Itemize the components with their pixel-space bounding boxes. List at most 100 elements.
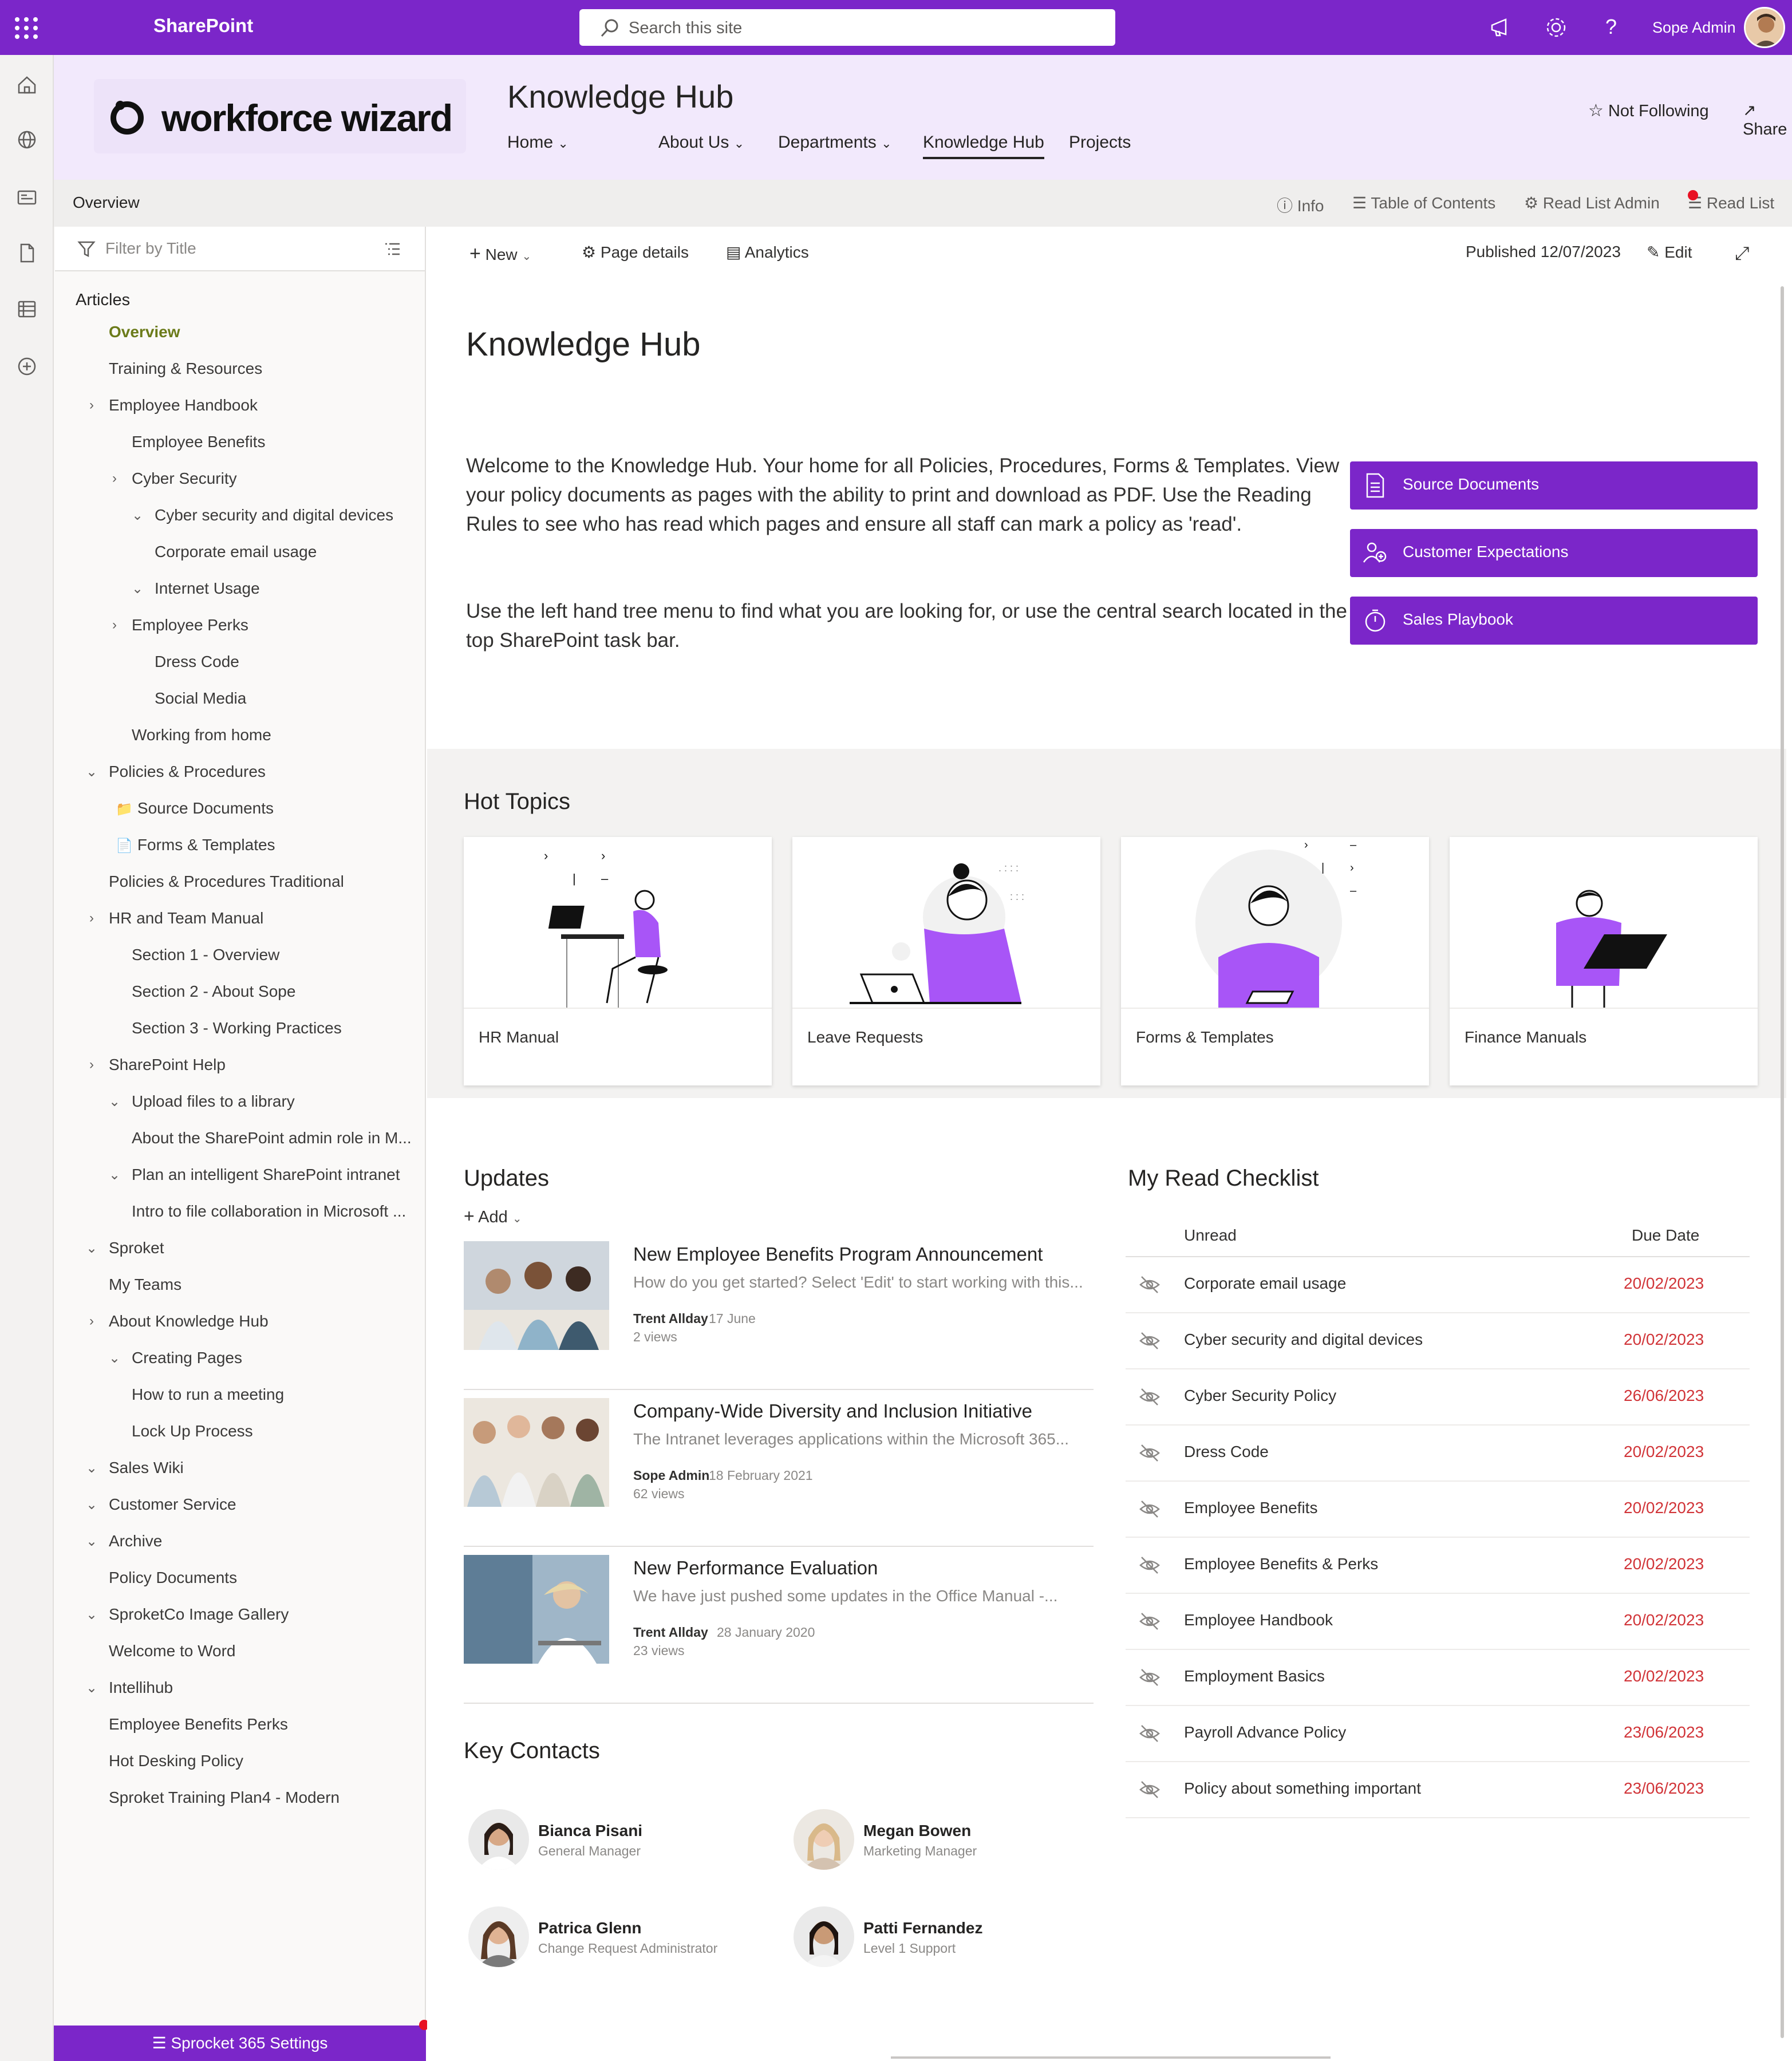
read-list-button[interactable]: ☰ Read List — [1688, 194, 1774, 212]
chevron-down-icon[interactable]: ⌄ — [131, 507, 144, 524]
chevron-down-icon[interactable]: ⌄ — [108, 1167, 121, 1183]
nav-tree-item[interactable]: Working from home — [132, 726, 271, 749]
nav-tree-item[interactable]: HR and Team Manual — [109, 909, 263, 932]
chevron-right-icon[interactable]: › — [85, 1057, 98, 1073]
nav-tree-item[interactable]: Training & Resources — [109, 360, 262, 382]
contact-card[interactable]: Bianca Pisani General Manager — [468, 1809, 777, 1872]
nav-tree-item[interactable]: Overview — [109, 323, 180, 346]
list-icon[interactable] — [14, 297, 40, 322]
eye-off-icon[interactable] — [1138, 1273, 1161, 1296]
chevron-right-icon[interactable]: › — [108, 617, 121, 633]
checklist-item-name[interactable]: Payroll Advance Policy — [1184, 1723, 1346, 1742]
share-button[interactable]: ↗ Share — [1743, 101, 1792, 139]
nav-tree-item[interactable]: Section 1 - Overview — [132, 946, 279, 969]
column-header-due-date[interactable]: Due Date — [1632, 1226, 1699, 1245]
nav-tree-item[interactable]: About the SharePoint admin role in M... — [132, 1129, 412, 1152]
sprocket-settings-button[interactable]: ☰ Sprocket 365 Settings — [54, 2026, 426, 2061]
page-details-button[interactable]: ⚙ Page details — [582, 243, 689, 262]
checklist-item-name[interactable]: Policy about something important — [1184, 1779, 1421, 1798]
checklist-item-name[interactable]: Employee Benefits — [1184, 1499, 1317, 1517]
contact-card[interactable]: Patti Fernandez Level 1 Support — [794, 1906, 1103, 1969]
contact-card[interactable]: Megan Bowen Marketing Manager — [794, 1809, 1103, 1872]
nav-tree-item[interactable]: Policies & Procedures — [109, 763, 266, 785]
chevron-down-icon[interactable]: ⌄ — [85, 1460, 98, 1476]
chevron-down-icon[interactable]: ⌄ — [85, 764, 98, 780]
info-button[interactable]: ⓘ Info — [1277, 194, 1324, 216]
nav-knowledge-hub[interactable]: Knowledge Hub — [923, 133, 1044, 159]
user-avatar[interactable] — [1744, 7, 1785, 48]
checklist-row[interactable]: Employment Basics 20/02/2023 — [1126, 1650, 1750, 1706]
home-icon[interactable] — [14, 72, 40, 97]
nav-tree-item[interactable]: Section 3 - Working Practices — [132, 1019, 342, 1042]
eye-off-icon[interactable] — [1138, 1610, 1161, 1633]
nav-tree-item[interactable]: Policies & Procedures Traditional — [109, 872, 344, 895]
site-title[interactable]: Knowledge Hub — [507, 78, 733, 115]
edit-button[interactable]: ✎ Edit — [1647, 243, 1692, 262]
news-item[interactable]: New Performance Evaluation We have just … — [464, 1555, 1094, 1704]
nav-tree-item[interactable]: Sales Wiki — [109, 1459, 184, 1482]
checklist-row[interactable]: Dress Code 20/02/2023 — [1126, 1426, 1750, 1482]
checklist-item-name[interactable]: Employee Benefits & Perks — [1184, 1555, 1378, 1573]
chevron-down-icon[interactable]: ⌄ — [85, 1533, 98, 1550]
checklist-item-name[interactable]: Employee Handbook — [1184, 1611, 1333, 1629]
hot-topic-card[interactable]: Finance Manuals — [1450, 837, 1758, 1085]
read-list-admin-button[interactable]: ⚙ Read List Admin — [1524, 194, 1660, 212]
settings-gear-icon[interactable] — [1544, 15, 1569, 40]
breadcrumb[interactable]: Overview — [73, 194, 140, 212]
checklist-row[interactable]: Employee Benefits & Perks 20/02/2023 — [1126, 1538, 1750, 1594]
chevron-right-icon[interactable]: › — [108, 471, 121, 487]
nav-tree-item[interactable]: Employee Benefits Perks — [109, 1715, 288, 1738]
checklist-item-name[interactable]: Cyber Security Policy — [1184, 1387, 1336, 1405]
nav-tree-item[interactable]: Corporate email usage — [155, 543, 317, 566]
eye-off-icon[interactable] — [1138, 1666, 1161, 1689]
nav-tree-item[interactable]: 📄 Forms & Templates — [116, 836, 275, 859]
nav-tree-item[interactable]: Intellihub — [109, 1679, 173, 1701]
app-name[interactable]: SharePoint — [153, 15, 253, 37]
megaphone-icon[interactable] — [1489, 15, 1514, 40]
help-icon[interactable]: ? — [1598, 15, 1624, 40]
checklist-item-name[interactable]: Dress Code — [1184, 1443, 1269, 1461]
nav-about-us[interactable]: About Us ⌄ — [658, 133, 744, 152]
chevron-down-icon[interactable]: ⌄ — [85, 1240, 98, 1257]
nav-tree-item[interactable]: Employee Perks — [132, 616, 248, 639]
nav-tree-item[interactable]: Internet Usage — [155, 579, 260, 602]
nav-tree-item[interactable]: SharePoint Help — [109, 1056, 226, 1079]
app-launcher-icon[interactable] — [13, 15, 40, 41]
expand-icon[interactable]: ⤢ — [1735, 243, 1750, 264]
checklist-item-name[interactable]: Cyber security and digital devices — [1184, 1330, 1423, 1349]
chevron-right-icon[interactable]: › — [85, 910, 98, 926]
hot-topic-card[interactable]: › – › – | Forms & Templates — [1121, 837, 1429, 1085]
checklist-item-name[interactable]: Corporate email usage — [1184, 1274, 1346, 1293]
news-title[interactable]: Company-Wide Diversity and Inclusion Ini… — [633, 1400, 1032, 1422]
eye-off-icon[interactable] — [1138, 1778, 1161, 1801]
globe-icon[interactable] — [14, 127, 40, 152]
chevron-down-icon[interactable]: ⌄ — [108, 1093, 121, 1110]
nav-projects[interactable]: Projects — [1069, 133, 1131, 152]
nav-tree-item[interactable]: About Knowledge Hub — [109, 1312, 269, 1335]
chevron-down-icon[interactable]: ⌄ — [85, 1606, 98, 1623]
new-button[interactable]: + New ⌄ — [469, 243, 531, 265]
news-item[interactable]: New Employee Benefits Program Announceme… — [464, 1241, 1094, 1390]
nav-tree-item[interactable]: Policy Documents — [109, 1569, 237, 1592]
nav-tree-item[interactable]: My Teams — [109, 1276, 181, 1298]
nav-tree-item[interactable]: Section 2 - About Sope — [132, 982, 295, 1005]
chevron-down-icon[interactable]: ⌄ — [85, 1680, 98, 1696]
nav-tree-item[interactable]: Plan an intelligent SharePoint intranet — [132, 1166, 400, 1189]
document-icon[interactable] — [14, 240, 40, 266]
hot-topic-card[interactable]: › › | – HR Manual — [464, 837, 772, 1085]
quick-link-source-documents[interactable]: Source Documents — [1350, 461, 1758, 510]
checklist-row[interactable]: Payroll Advance Policy 23/06/2023 — [1126, 1706, 1750, 1762]
checklist-row[interactable]: Corporate email usage 20/02/2023 — [1126, 1257, 1750, 1313]
hot-topic-card[interactable]: . : : :: : : Leave Requests — [792, 837, 1100, 1085]
eye-off-icon[interactable] — [1138, 1498, 1161, 1521]
eye-off-icon[interactable] — [1138, 1442, 1161, 1464]
nav-tree-item[interactable]: Archive — [109, 1532, 162, 1555]
nav-tree-item[interactable]: SproketCo Image Gallery — [109, 1605, 289, 1628]
checklist-item-name[interactable]: Employment Basics — [1184, 1667, 1325, 1685]
nav-tree-item[interactable]: Social Media — [155, 689, 246, 712]
nav-tree-item[interactable]: Employee Handbook — [109, 396, 258, 419]
eye-off-icon[interactable] — [1138, 1554, 1161, 1577]
nav-tree-item[interactable]: Employee Benefits — [132, 433, 265, 456]
nav-tree-item[interactable]: Cyber Security — [132, 469, 237, 492]
checklist-row[interactable]: Policy about something important 23/06/20… — [1126, 1762, 1750, 1818]
